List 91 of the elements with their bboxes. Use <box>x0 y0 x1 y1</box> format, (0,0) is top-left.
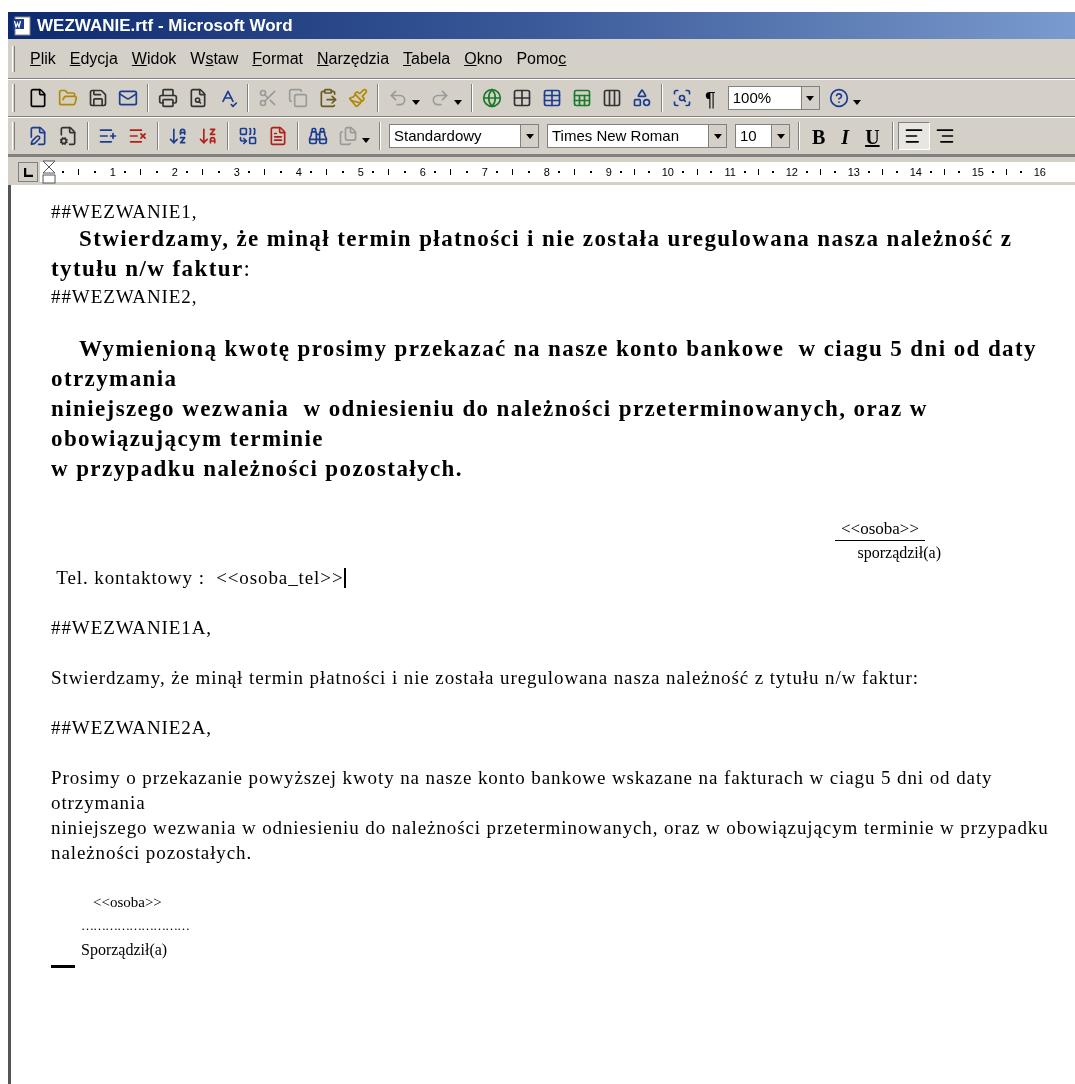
end-of-document-mark <box>51 965 75 968</box>
dropdown-field[interactable]: Times New Roman <box>547 124 727 148</box>
menu-item[interactable]: Edycja <box>62 46 125 71</box>
document-text: ##WEZWANIE2, <box>51 285 199 309</box>
dropdown-field[interactable]: Standardowy <box>389 124 539 148</box>
ruler-number: 16 <box>1033 166 1046 178</box>
toolbar-button[interactable]: ¶ <box>697 84 724 112</box>
align-right-icon <box>934 126 955 146</box>
cut-icon <box>258 88 278 108</box>
text-cursor <box>343 567 346 588</box>
ruler-number: 10 <box>661 166 674 178</box>
document-text: Stwierdzamy, że minął termin płatności i nie została uregulowana nasza należność z tytułu n/w faktur: <box>51 225 1014 283</box>
ruler-number: 15 <box>971 166 984 178</box>
toolbar-button[interactable]: I <box>833 122 858 150</box>
left-tab-icon <box>23 167 33 177</box>
align-left-icon <box>903 126 924 146</box>
document-text: niniejszego wezwania w odniesieniu do należności przeterminowanych, oraz w obowiązującym terminie w przypadku należności pozostałych. <box>51 816 1050 865</box>
copy-icon <box>288 88 308 108</box>
spreadsheet-icon <box>572 88 592 108</box>
menu-item[interactable]: Okno <box>457 46 510 71</box>
binoculars-icon <box>308 126 328 146</box>
dropdown-arrow-icon <box>713 133 722 139</box>
dropdown-arrow-icon <box>852 99 861 105</box>
save-icon <box>88 88 108 108</box>
ruler-number: 2 <box>171 166 178 178</box>
ruler-number: 6 <box>419 166 426 178</box>
globe-icon <box>482 88 502 108</box>
align-button[interactable] <box>897 122 930 150</box>
menu-item[interactable]: Narzędzia <box>310 46 397 71</box>
paste-icon <box>318 88 338 108</box>
tab-stop-button[interactable] <box>18 162 38 182</box>
ruler-number: 1 <box>109 166 116 178</box>
sort-descending-icon <box>198 126 218 146</box>
menu-item[interactable]: Widok <box>124 46 184 71</box>
print-icon <box>158 88 178 108</box>
document-text: w przypadku należności pozostałych. <box>51 455 464 483</box>
shapes-icon <box>632 88 652 108</box>
new-document-icon <box>28 88 48 108</box>
print-preview-icon <box>188 88 208 108</box>
ruler-number: 14 <box>909 166 922 178</box>
signature-caption: Sporządził(a) <box>81 940 168 961</box>
dropdown-arrow-icon <box>806 95 815 101</box>
dotted-line: ……………………… <box>81 917 189 935</box>
menu-item[interactable]: Tabela <box>396 46 458 71</box>
signature-name: <<osoba>> <box>835 518 925 541</box>
add-record-icon <box>98 126 118 146</box>
dropdown-arrow-icon <box>412 99 420 105</box>
ruler-number: 4 <box>295 166 302 178</box>
document-text: Tel. kontaktowy : <<osoba_tel>> <box>55 566 344 590</box>
ruler-number: 7 <box>481 166 488 178</box>
document-text: ##WEZWANIE1A, <box>51 616 214 640</box>
word-document-icon <box>12 15 32 36</box>
documents-icon <box>338 126 358 146</box>
dropdown-arrow-icon <box>454 99 462 105</box>
menu-item[interactable]: Pomoc <box>509 46 574 71</box>
signature-name: <<osoba>> <box>93 893 162 912</box>
table-grid-icon <box>512 88 532 108</box>
dropdown-arrow-icon <box>525 133 534 139</box>
menu-item[interactable]: Plik <box>23 46 63 71</box>
dropdown-arrow-icon <box>776 133 785 139</box>
mail-icon <box>118 88 138 108</box>
window-title: WEZWANIE.rtf - Microsoft Word <box>37 14 293 37</box>
ruler-number: 9 <box>605 166 612 178</box>
dropdown-arrow-icon <box>362 137 370 143</box>
dropdown-field[interactable]: 10 <box>735 124 790 148</box>
redo-icon <box>430 88 450 108</box>
columns-icon <box>602 88 622 108</box>
delete-record-icon <box>128 126 148 146</box>
menu-item[interactable]: Wstaw <box>183 46 246 71</box>
ruler-number: 12 <box>785 166 798 178</box>
folder-icon <box>58 88 78 108</box>
ruler-number: 11 <box>724 166 736 178</box>
signature-caption: sporządził(a) <box>857 543 941 564</box>
toolbar-button[interactable]: U <box>857 122 888 150</box>
ruler-number: 5 <box>357 166 364 178</box>
undo-icon <box>388 88 408 108</box>
ruler-number: 8 <box>543 166 550 178</box>
ruler-number: 13 <box>847 166 860 178</box>
ruler-number: 3 <box>233 166 240 178</box>
sort-ascending-icon <box>168 126 188 146</box>
document-text: Stwierdzamy, że minął termin płatności i nie została uregulowana nasza należność z tytułu n/w faktur: <box>51 666 920 690</box>
help-icon <box>828 88 849 108</box>
table-icon <box>542 88 562 108</box>
document-text: ##WEZWANIE2A, <box>51 716 214 740</box>
paintbrush-icon <box>348 88 368 108</box>
menu-item[interactable]: Format <box>245 46 310 71</box>
form-options-icon <box>58 126 78 146</box>
dropdown-field[interactable]: 100% <box>727 86 820 110</box>
edit-form-icon <box>28 126 48 146</box>
toolbar-button[interactable]: B <box>804 122 834 150</box>
document-text: ##WEZWANIE1, <box>51 200 199 224</box>
